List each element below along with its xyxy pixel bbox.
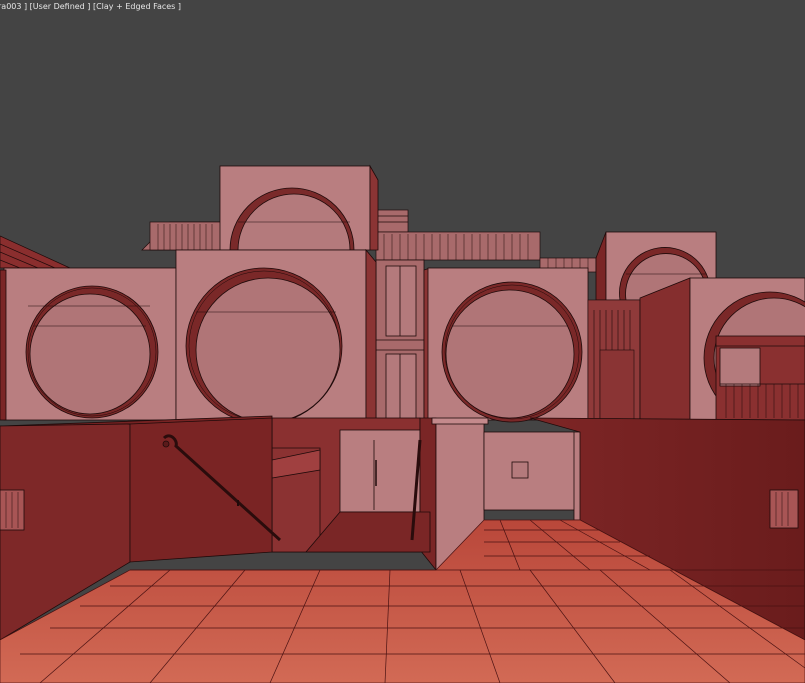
top-center-cube bbox=[219, 164, 379, 251]
right-cube bbox=[639, 277, 805, 425]
3d-viewport[interactable]: ra003 ] [User Defined ] [Clay + Edged Fa… bbox=[0, 0, 805, 683]
left-cube bbox=[0, 267, 177, 421]
left-center-cube bbox=[175, 248, 377, 425]
scene-render[interactable] bbox=[0, 0, 805, 683]
slatted-panel bbox=[587, 299, 641, 421]
viewport-label[interactable]: ra003 ] [User Defined ] [Clay + Edged Fa… bbox=[0, 2, 181, 12]
right-center-cube bbox=[423, 267, 589, 423]
central-column bbox=[375, 259, 425, 431]
far-left-roof bbox=[0, 235, 71, 269]
